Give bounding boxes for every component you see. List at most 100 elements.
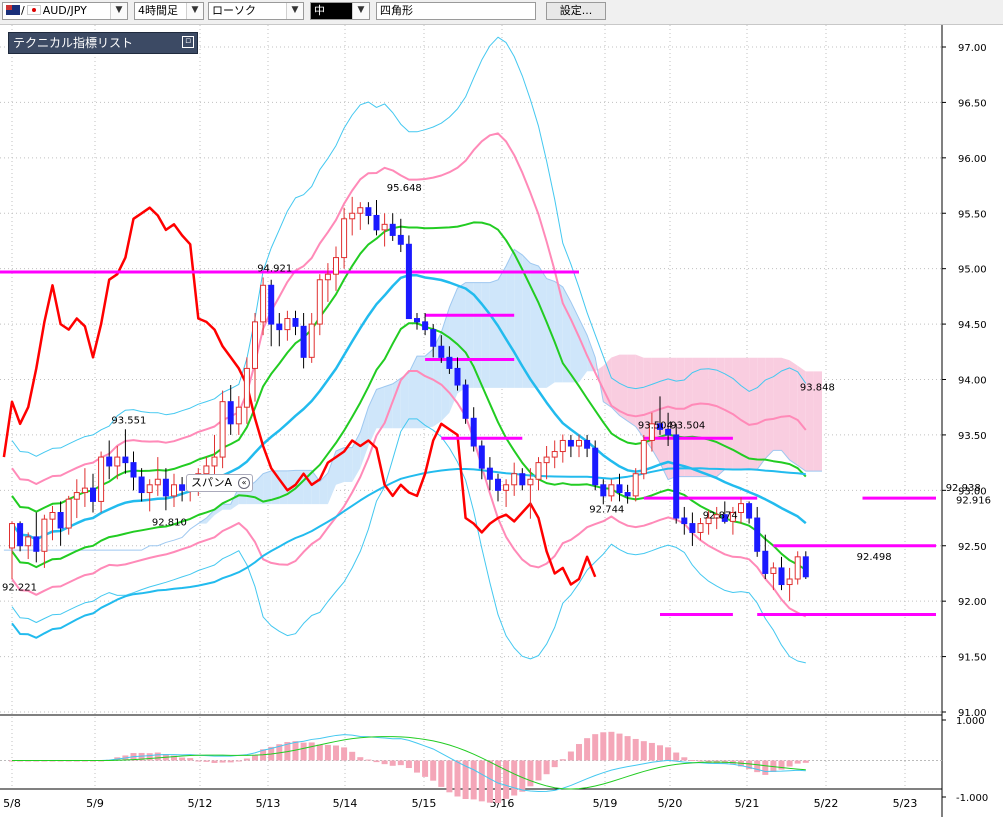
indicator-list-panel[interactable]: テクニカル指標リスト ▫ [8, 32, 198, 54]
chart-style-select[interactable]: ローソク ▼ [208, 2, 304, 20]
candle-body [762, 550, 769, 574]
chevron-down-icon[interactable]: ▼ [110, 3, 127, 19]
candle-body [219, 401, 226, 458]
candle-body [41, 518, 48, 552]
candle-body [738, 503, 744, 513]
osc-histogram-bar [235, 760, 242, 762]
osc-histogram-bar [576, 744, 582, 761]
candle-body [81, 487, 88, 494]
osc-histogram-bar [341, 747, 348, 761]
y-tick-label: 95.00 [958, 265, 987, 276]
osc-histogram-bar [211, 760, 218, 763]
y-tick-label: 97.00 [958, 43, 987, 54]
price-annotation: 94.921 [257, 263, 292, 274]
candle-body [73, 492, 80, 500]
osc-histogram-bar [195, 760, 202, 762]
cloud-segment [708, 357, 717, 477]
cloud-segment [716, 357, 725, 477]
candle-body [65, 498, 72, 529]
osc-histogram-bar [365, 759, 372, 761]
line-width-select[interactable]: 中 ▼ [310, 2, 370, 20]
y-tick-label: 94.50 [958, 320, 987, 331]
candle-body [357, 207, 364, 214]
chevron-down-icon[interactable]: « [238, 477, 251, 489]
candle-body [171, 484, 177, 497]
candle-body [235, 406, 242, 425]
candle-body [640, 439, 647, 475]
line-width-label: 中 [314, 4, 325, 17]
candle-body [689, 523, 696, 533]
osc-histogram-bar [486, 760, 493, 803]
candle-body [438, 345, 445, 358]
osc-histogram-bar [430, 760, 437, 781]
osc-histogram-bar [219, 760, 226, 763]
pair-select[interactable]: / AUD/JPY ▼ [2, 2, 128, 20]
osc-histogram-bar [681, 757, 688, 761]
osc-tick-label: 1.000 [956, 716, 985, 727]
osc-histogram-bar [227, 760, 234, 763]
osc-histogram-bar [665, 747, 672, 761]
osc-histogram-bar [592, 734, 599, 761]
candle-body [316, 279, 323, 325]
candle-body [227, 401, 234, 425]
candle-body [470, 417, 477, 447]
osc-histogram-bar [333, 745, 339, 761]
candle-body [592, 447, 599, 486]
candle-body [203, 465, 210, 475]
osc-histogram-bar [414, 760, 420, 773]
candle-body [632, 473, 639, 497]
price-chart[interactable]: 5/8 5/9 5/12 5/13 5/14 5/15 5/16 5/19 5/20 5/21 5/… [0, 25, 1003, 817]
osc-histogram-bar [187, 758, 194, 761]
candle-body [527, 478, 534, 486]
osc-histogram-bar [616, 733, 623, 761]
chevron-down-icon[interactable]: ▼ [286, 3, 303, 19]
osc-histogram-bar [179, 757, 186, 761]
osc-histogram-bar [397, 760, 404, 766]
candle-body [114, 456, 121, 467]
osc-histogram-bar [146, 753, 153, 761]
osc-histogram-bar [648, 742, 655, 761]
candle-body [49, 512, 56, 520]
osc-histogram-bar [535, 760, 542, 781]
shape-select[interactable]: 四角形 [376, 2, 536, 20]
osc-histogram-bar [381, 760, 388, 765]
x-tick-label: 5/20 [658, 797, 683, 810]
osc-histogram-bar [478, 760, 485, 802]
osc-histogram-bar [543, 760, 550, 775]
x-tick-label: 5/15 [412, 797, 437, 810]
minimize-icon[interactable]: ▫ [182, 36, 194, 48]
candle-body [576, 439, 582, 447]
cloud-segment [465, 282, 474, 388]
candle-body [211, 456, 218, 467]
osc-histogram-bar [624, 736, 631, 761]
chevron-down-icon[interactable]: ▼ [352, 3, 369, 19]
cloud-segment [749, 357, 758, 470]
price-annotation: 92.744 [589, 505, 624, 516]
x-tick-label: 5/23 [893, 797, 918, 810]
chevron-down-icon[interactable]: ▼ [186, 3, 203, 19]
candle-body [535, 462, 542, 480]
osc-histogram-bar [762, 760, 769, 775]
candle-body [57, 512, 64, 529]
span-a-tag[interactable]: スパンA « [186, 474, 254, 492]
candle-body [90, 487, 96, 502]
osc-histogram-bar [154, 752, 161, 761]
osc-histogram-bar [673, 752, 680, 761]
candle-body [260, 284, 267, 323]
timeframe-select[interactable]: 4時間足 ▼ [134, 2, 204, 20]
settings-button[interactable]: 設定... [546, 2, 606, 20]
candle-body [794, 556, 801, 580]
candle-body [130, 462, 137, 478]
osc-histogram-bar [503, 760, 510, 799]
candle-body [454, 367, 461, 386]
y-tick-label: 96.50 [958, 98, 987, 109]
candle-body [511, 473, 518, 486]
cloud-segment [344, 447, 353, 483]
candle-body [17, 523, 24, 547]
candle-body [365, 207, 372, 216]
candle-body [146, 484, 153, 494]
osc-histogram-bar [527, 760, 534, 787]
osc-histogram-bar [446, 760, 453, 793]
y-tick-label: 91.50 [958, 653, 987, 664]
osc-histogram-bar [349, 751, 356, 761]
